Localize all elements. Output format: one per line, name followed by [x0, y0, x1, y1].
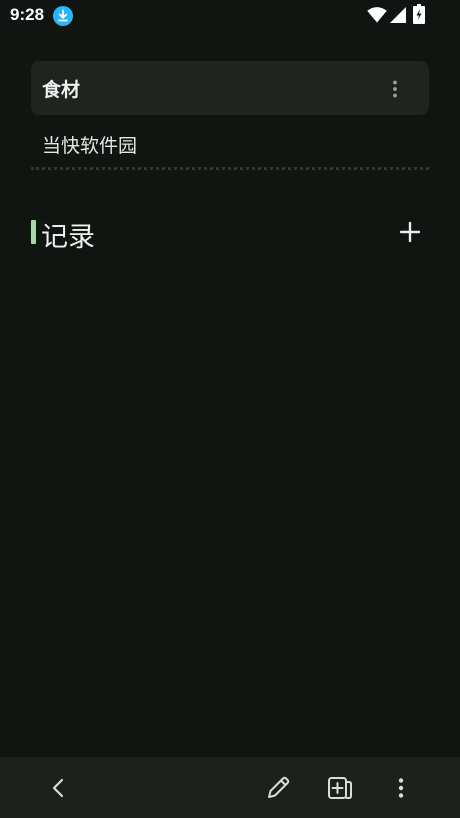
- card-title: 食材: [42, 79, 81, 101]
- download-icon: [53, 6, 73, 26]
- dotted-divider: [31, 167, 429, 170]
- more-vertical-icon[interactable]: [383, 78, 407, 100]
- back-chevron-icon[interactable]: [44, 774, 72, 802]
- add-page-icon[interactable]: [326, 774, 354, 802]
- section-accent-bar: [31, 220, 36, 244]
- ingredient-card[interactable]: 食材: [31, 61, 429, 115]
- more-vertical-icon[interactable]: [387, 774, 415, 802]
- status-bar: 9:28: [0, 0, 460, 32]
- bottom-action-bar: [0, 757, 460, 818]
- pencil-icon[interactable]: [264, 774, 292, 802]
- records-section-header: 记录: [31, 215, 429, 255]
- cellular-signal-icon: [390, 7, 406, 23]
- battery-charging-icon: [413, 4, 425, 24]
- status-time: 9:28: [10, 5, 45, 24]
- wifi-icon: [367, 7, 387, 23]
- add-record-button[interactable]: [397, 219, 423, 245]
- ingredient-item[interactable]: 当快软件园: [42, 131, 137, 158]
- section-title: 记录: [41, 222, 95, 253]
